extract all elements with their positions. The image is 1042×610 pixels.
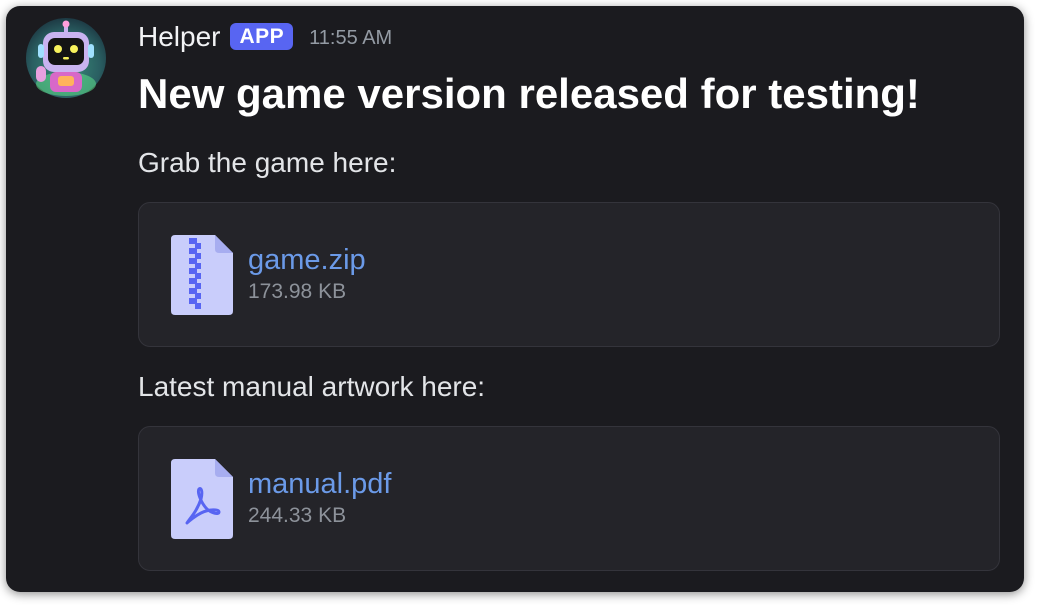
- file-download-link[interactable]: game.zip: [248, 243, 366, 277]
- message-window: Helper APP 11:55 AM New game version rel…: [6, 6, 1024, 592]
- message-timestamp[interactable]: 11:55 AM: [309, 18, 392, 55]
- message-paragraph: Latest manual artwork here:: [138, 371, 486, 402]
- app-badge: APP: [230, 23, 294, 50]
- author-name[interactable]: Helper: [138, 20, 220, 54]
- robot-avatar[interactable]: [26, 18, 106, 98]
- file-info: game.zip 173.98 KB: [248, 243, 366, 305]
- message-headline: New game version released for testing!: [138, 70, 920, 117]
- message-header: Helper APP 11:55 AM: [138, 18, 392, 55]
- file-size: 244.33 KB: [248, 504, 347, 527]
- zip-file-icon: [171, 235, 233, 315]
- file-download-link[interactable]: manual.pdf: [248, 467, 392, 501]
- file-attachment[interactable]: manual.pdf 244.33 KB: [138, 426, 1000, 571]
- pdf-file-icon: [171, 459, 233, 539]
- message-paragraph: Grab the game here:: [138, 147, 397, 178]
- file-size: 173.98 KB: [248, 280, 347, 303]
- robot-avatar-icon: [26, 18, 106, 98]
- file-attachment[interactable]: game.zip 173.98 KB: [138, 202, 1000, 347]
- file-info: manual.pdf 244.33 KB: [248, 467, 392, 529]
